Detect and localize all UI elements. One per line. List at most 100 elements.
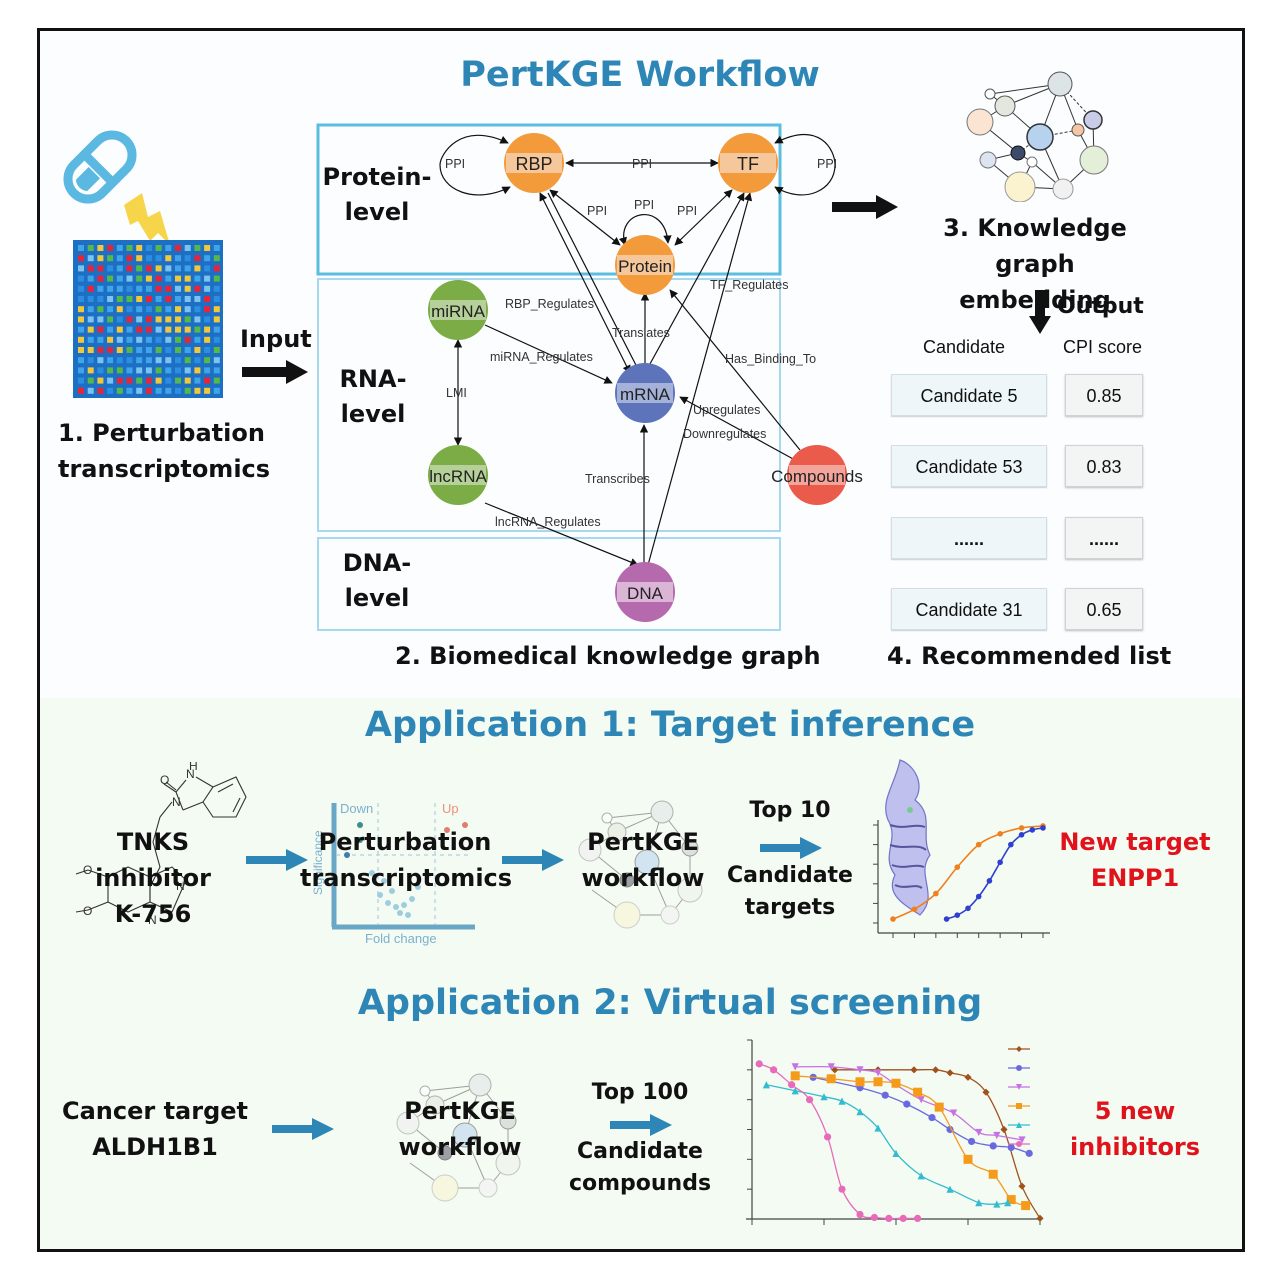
array-spot	[78, 367, 84, 374]
step4-label: 4. Recommended list	[887, 642, 1172, 670]
lightning-icon	[124, 193, 170, 245]
array-spot	[145, 387, 152, 394]
array-spot	[184, 296, 191, 302]
data-point	[968, 1137, 976, 1146]
app1-result-label: New target ENPP1	[1050, 824, 1220, 896]
edge-label-translates: Translates	[612, 326, 670, 340]
app1-perturbation-line2: transcriptomics	[300, 864, 513, 892]
array-spot	[204, 367, 211, 374]
protein-structure-image	[885, 759, 931, 916]
array-spot	[78, 387, 84, 394]
app1-input-line1: TNKS inhibitor	[95, 828, 211, 892]
array-spot	[204, 296, 211, 302]
array-spot	[145, 275, 152, 282]
array-spot	[87, 245, 94, 251]
app2-input-line1: Cancer target	[61, 1097, 249, 1125]
array-spot	[87, 357, 94, 364]
app2-result-label: 5 new inhibitors	[1055, 1093, 1215, 1165]
array-spot	[116, 296, 123, 302]
array-spot	[107, 387, 114, 394]
array-spot	[136, 387, 143, 394]
array-spot	[204, 316, 211, 323]
array-spot	[155, 285, 162, 292]
app1-candidate-label: Candidate targets	[725, 860, 855, 924]
array-spot	[194, 326, 201, 333]
array-spot	[145, 306, 152, 313]
array-spot	[165, 336, 172, 343]
array-spot	[204, 347, 211, 353]
array-spot	[97, 326, 104, 333]
data-point	[891, 1078, 901, 1088]
array-spot	[204, 306, 211, 313]
array-spot	[175, 387, 181, 394]
node-label: mRNA	[620, 385, 671, 404]
array-spot	[145, 367, 152, 374]
node-mirna: miRNA	[428, 280, 488, 340]
series-line-blue	[946, 827, 1044, 920]
svg-text:N: N	[172, 795, 181, 809]
array-spot	[97, 377, 104, 384]
data-point	[770, 1066, 778, 1074]
app2-workflow-line1: PertKGE	[404, 1097, 516, 1125]
volcano-xlabel: Fold change	[365, 931, 437, 946]
data-point	[874, 1069, 882, 1077]
app1-workflow-label: PertKGE workflow	[568, 824, 718, 896]
candidate-cell: Candidate 53	[891, 445, 1047, 487]
array-spot	[213, 387, 220, 394]
step3-line1: 3. Knowledge graph	[943, 214, 1127, 278]
data-point	[1029, 827, 1036, 833]
workflow-title: PertKGE Workflow	[460, 55, 820, 95]
array-spot	[213, 326, 220, 333]
array-spot	[136, 285, 143, 292]
array-spot	[87, 275, 94, 282]
array-spot	[116, 316, 123, 323]
step1-line1: 1. Perturbation	[58, 419, 265, 447]
step2-label: 2. Biomedical knowledge graph	[395, 642, 821, 670]
volcano-down-label: Down	[340, 801, 373, 816]
app1-candidate-line2: targets	[744, 895, 836, 920]
data-point	[964, 1073, 972, 1081]
data-point	[790, 1071, 800, 1081]
array-spot	[204, 377, 211, 384]
array-spot	[165, 265, 172, 272]
array-spot	[165, 245, 172, 251]
edge-label-ppi: PPI	[634, 198, 654, 212]
node-protein: Protein	[615, 235, 675, 295]
array-spot	[155, 255, 162, 262]
array-spot	[97, 306, 104, 313]
array-spot	[107, 296, 114, 302]
array-spot	[116, 336, 123, 343]
candidate-cell: ......	[891, 517, 1047, 559]
array-spot	[155, 265, 162, 272]
data-point	[1021, 1201, 1031, 1211]
array-spot	[194, 255, 201, 262]
node-label: lncRNA	[429, 467, 487, 486]
array-spot	[97, 367, 104, 374]
array-spot	[175, 265, 181, 272]
data-point	[824, 1133, 832, 1141]
data-point	[856, 1210, 864, 1219]
data-point	[1018, 825, 1025, 831]
array-spot	[175, 357, 181, 364]
array-spot	[97, 265, 104, 272]
array-spot	[184, 347, 191, 353]
array-spot	[87, 336, 94, 343]
candidate-cell: Candidate 5	[891, 374, 1047, 416]
array-spot	[126, 336, 133, 343]
array-spot	[184, 265, 191, 272]
array-spot	[78, 255, 84, 262]
array-spot	[87, 377, 94, 384]
array-spot	[194, 336, 201, 343]
data-point	[950, 1109, 958, 1117]
array-spot	[155, 367, 162, 374]
array-spot	[107, 367, 114, 374]
dna-level-line1: DNA-	[342, 549, 412, 577]
array-spot	[165, 285, 172, 292]
array-spot	[126, 387, 133, 394]
array-spot	[116, 326, 123, 333]
array-spot	[116, 245, 123, 251]
array-spot	[116, 387, 123, 394]
array-spot	[184, 285, 191, 292]
array-spot	[175, 377, 181, 384]
data-point	[838, 1185, 846, 1193]
